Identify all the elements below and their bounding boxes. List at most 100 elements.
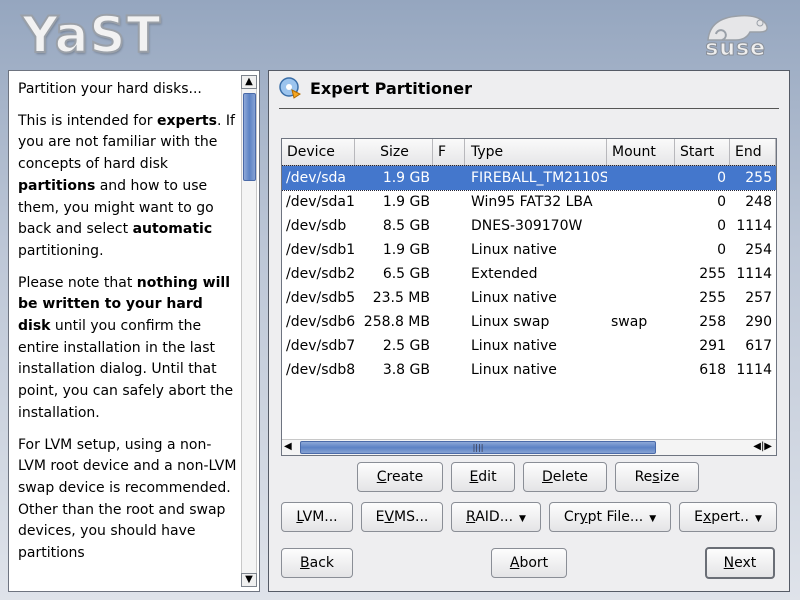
page-title: Expert Partitioner (279, 77, 472, 99)
dropdown-arrow-icon: ▼ (754, 514, 762, 524)
table-row[interactable]: /dev/sdb1 1.9 GB Linux native 0 254 (282, 238, 776, 262)
cell-start: 291 (699, 338, 726, 354)
cell-type: Extended (471, 266, 538, 282)
table-row[interactable]: /dev/sdb 8.5 GB DNES-309170W 0 1114 (282, 214, 776, 238)
table-row[interactable]: /dev/sda1 1.9 GB Win95 FAT32 LBA 0 248 (282, 190, 776, 214)
cell-mount (607, 214, 675, 238)
table-row[interactable]: /dev/sdb6 258.8 MB Linux swap swap 258 290 (282, 310, 776, 334)
crypt-file-menu-button[interactable]: Crypt File... ▼ (549, 502, 671, 532)
cell-size: 1.9 GB (382, 170, 430, 186)
col-device[interactable]: Device (282, 139, 355, 165)
cell-size: 23.5 MB (372, 290, 430, 306)
scroll-down-arrow-icon[interactable]: ▼ (241, 573, 257, 587)
cell-end: 617 (745, 338, 772, 354)
cell-f (433, 238, 465, 262)
cell-mount (607, 262, 675, 286)
evms-button[interactable]: EVMS... (361, 502, 443, 532)
cell-f (433, 358, 465, 382)
cell-device: /dev/sdb8 (286, 362, 355, 378)
expert-menu-button[interactable]: Expert.. ▼ (679, 502, 777, 532)
table-row[interactable]: /dev/sdb8 3.8 GB Linux native 618 1114 (282, 358, 776, 382)
cell-device: /dev/sdb5 (286, 290, 355, 306)
lvm-button[interactable]: LVM... (281, 502, 353, 532)
cell-device: /dev/sdb1 (286, 242, 355, 258)
raid-menu-button[interactable]: RAID... ▼ (451, 502, 541, 532)
cell-start: 258 (699, 314, 726, 330)
cell-mount: swap (611, 314, 648, 330)
cell-end: 255 (745, 170, 772, 186)
col-start[interactable]: Start (675, 139, 730, 165)
horizontal-scroll-thumb[interactable]: |||| (300, 441, 656, 454)
help-paragraph: For LVM setup, using a non-LVM root devi… (18, 436, 237, 562)
table-row[interactable]: /dev/sda 1.9 GB FIREBALL_TM2110S 0 255 (282, 165, 776, 191)
help-paragraph: Partition your hard disks... (18, 81, 202, 97)
col-flags[interactable]: F (433, 139, 465, 165)
table-row[interactable]: /dev/sdb7 2.5 GB Linux native 291 617 (282, 334, 776, 358)
cell-mount (607, 358, 675, 382)
cell-start: 0 (717, 218, 726, 234)
expert-partitioner-dialog: Expert Partitioner Device Size F Type Mo… (268, 70, 790, 592)
cell-device: /dev/sdb2 (286, 266, 355, 282)
cell-size: 6.5 GB (382, 266, 430, 282)
cell-size: 258.8 MB (363, 314, 430, 330)
cell-start: 255 (699, 266, 726, 282)
delete-button[interactable]: Delete (523, 462, 607, 492)
next-button[interactable]: Next (705, 547, 775, 579)
cell-size: 1.9 GB (382, 194, 430, 210)
col-type[interactable]: Type (465, 139, 607, 165)
partition-table[interactable]: Device Size F Type Mount Start End /dev/… (281, 138, 777, 456)
table-body: /dev/sda 1.9 GB FIREBALL_TM2110S 0 255/dev/s… (282, 165, 776, 382)
cell-device: /dev/sdb6 (286, 314, 355, 330)
cell-f (433, 190, 465, 214)
horizontal-scrollbar[interactable]: ◀ |||| ◀|▶ (282, 439, 776, 455)
cell-size: 1.9 GB (382, 242, 430, 258)
cell-end: 1114 (736, 362, 772, 378)
dropdown-arrow-icon: ▼ (649, 514, 657, 524)
cell-f (433, 310, 465, 334)
abort-button[interactable]: Abort (491, 548, 567, 578)
cell-type: Linux native (471, 242, 557, 258)
cell-size: 2.5 GB (382, 338, 430, 354)
cell-f (433, 166, 465, 190)
cell-start: 0 (717, 242, 726, 258)
cell-type: DNES-309170W (471, 218, 583, 234)
yast-logo: YaST (21, 5, 162, 65)
edit-button[interactable]: Edit (451, 462, 515, 492)
cell-f (433, 286, 465, 310)
suse-wordmark: suse (705, 36, 766, 62)
cell-mount (607, 190, 675, 214)
cell-device: /dev/sda (286, 170, 346, 186)
table-row[interactable]: /dev/sdb5 23.5 MB Linux native 255 257 (282, 286, 776, 310)
col-end[interactable]: End (730, 139, 776, 165)
create-button[interactable]: Create (357, 462, 443, 492)
help-scrollbar[interactable]: ▲ ▼ (241, 75, 257, 587)
cell-end: 290 (745, 314, 772, 330)
col-mount[interactable]: Mount (607, 139, 675, 165)
cell-end: 254 (745, 242, 772, 258)
cell-start: 618 (699, 362, 726, 378)
cell-end: 257 (745, 290, 772, 306)
table-header: Device Size F Type Mount Start End (282, 139, 776, 166)
scroll-right-arrow-icon[interactable]: ◀|▶ (753, 441, 772, 452)
scroll-thumb[interactable] (243, 93, 256, 181)
cell-start: 255 (699, 290, 726, 306)
scroll-track[interactable] (241, 89, 257, 573)
cell-device: /dev/sdb (286, 218, 347, 234)
help-paragraph: Please note that nothing will be written… (18, 274, 234, 421)
cell-type: Linux swap (471, 314, 550, 330)
table-row[interactable]: /dev/sdb2 6.5 GB Extended 255 1114 (282, 262, 776, 286)
col-size[interactable]: Size (355, 139, 433, 165)
help-paragraph: This is intended for experts. If you are… (18, 112, 235, 259)
cell-mount (607, 166, 675, 190)
cell-start: 0 (717, 170, 726, 186)
scroll-left-arrow-icon[interactable]: ◀ (284, 441, 292, 452)
cell-f (433, 214, 465, 238)
back-button[interactable]: Back (281, 548, 353, 578)
scroll-up-arrow-icon[interactable]: ▲ (241, 75, 257, 89)
disk-partition-icon (279, 77, 301, 99)
resize-button[interactable]: Resize (615, 462, 699, 492)
cell-type: Linux native (471, 338, 557, 354)
cell-end: 248 (745, 194, 772, 210)
cell-f (433, 334, 465, 358)
dialog-title: Expert Partitioner (310, 78, 473, 98)
